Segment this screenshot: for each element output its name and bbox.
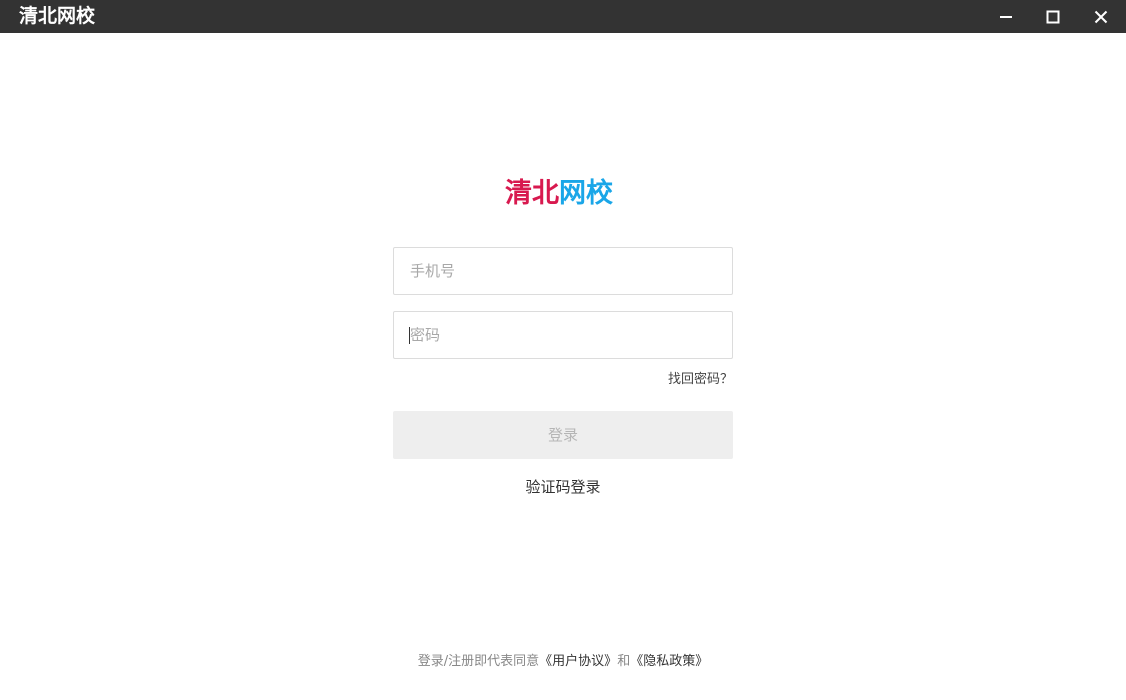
close-button[interactable] (1078, 0, 1124, 33)
sms-login-link[interactable]: 验证码登录 (493, 477, 633, 497)
user-agreement-link[interactable]: 《用户协议》 (539, 654, 617, 669)
title-bar: 清北网校 (0, 0, 1126, 33)
logo-text-b: 网校 (559, 178, 613, 209)
login-panel: 清北网校 找回密码？ 登录 验证码登录 登录/注册即代表同意《用户协议》和《隐私… (0, 33, 1126, 700)
close-icon (1094, 10, 1108, 23)
forgot-password-link[interactable]: 找回密码？ (633, 371, 733, 389)
password-field[interactable] (393, 311, 733, 359)
privacy-policy-link[interactable]: 《隐私政策》 (630, 654, 708, 669)
text-caret (409, 327, 410, 344)
maximize-icon (1046, 10, 1060, 23)
brand-logo: 清北网校 (505, 177, 625, 211)
window-title: 清北网校 (19, 5, 96, 27)
agreement-prefix: 登录/注册即代表同意 (417, 654, 540, 669)
agreement-text: 登录/注册即代表同意《用户协议》和《隐私政策》 (363, 653, 763, 671)
minimize-button[interactable] (983, 0, 1029, 33)
password-input[interactable] (394, 312, 732, 358)
phone-input[interactable] (394, 248, 732, 294)
minimize-icon (1000, 15, 1012, 18)
login-button[interactable]: 登录 (393, 411, 733, 459)
logo-text-a: 清北 (505, 178, 559, 209)
maximize-button[interactable] (1030, 0, 1076, 33)
agreement-and: 和 (617, 654, 631, 669)
phone-field[interactable] (393, 247, 733, 295)
